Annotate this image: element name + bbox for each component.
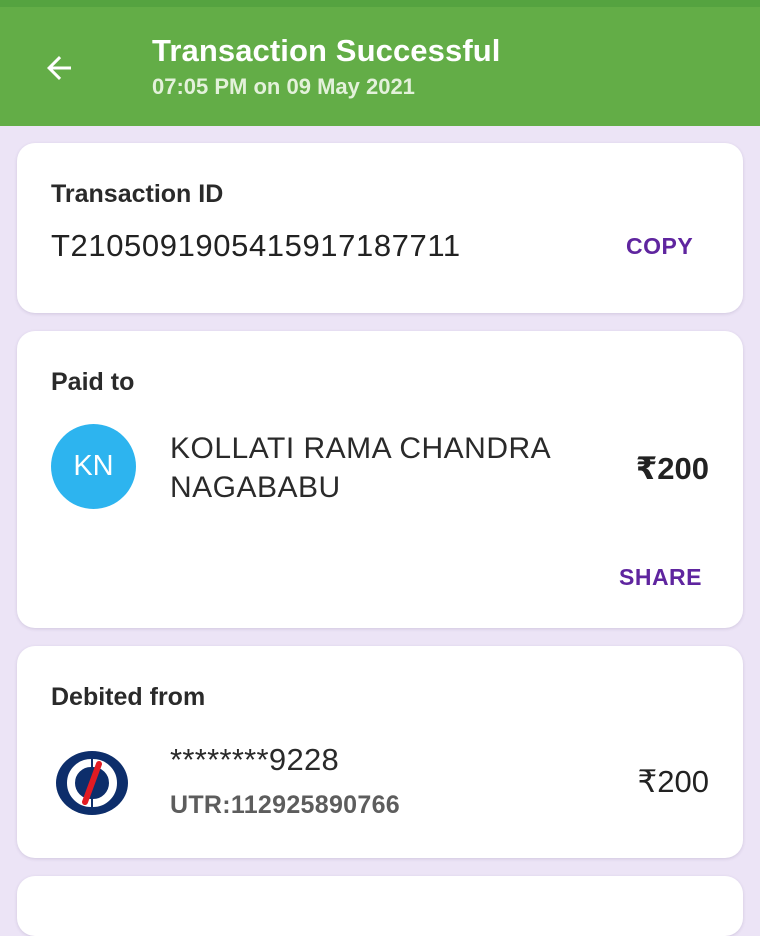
avatar: KN (51, 424, 136, 509)
debited-from-label: Debited from (51, 683, 206, 711)
account-number: ********9228 (170, 742, 340, 777)
page-title: Transaction Successful (152, 33, 501, 68)
utr-number: UTR:112925890766 (170, 791, 400, 819)
arrow-left-icon (47, 56, 71, 80)
transaction-id-card: Transaction ID T2105091905415917187711 C… (17, 143, 743, 313)
debited-from-card: Debited from ********9228 UTR:1129258907… (17, 646, 743, 858)
kotak-bank-logo-icon (56, 751, 128, 815)
share-button[interactable]: SHARE (619, 564, 702, 591)
transaction-id-value: T2105091905415917187711 (51, 228, 461, 263)
app-bar: Transaction Successful 07:05 PM on 09 Ma… (0, 7, 760, 126)
paid-amount: ₹200 (635, 451, 709, 486)
transaction-timestamp: 07:05 PM on 09 May 2021 (152, 74, 415, 99)
copy-button[interactable]: COPY (626, 233, 693, 260)
paid-to-card: Paid to KN KOLLATI RAMA CHANDRA NAGABABU… (17, 331, 743, 628)
next-card-partial (17, 876, 743, 936)
paid-to-label: Paid to (51, 368, 135, 396)
back-button[interactable] (34, 45, 84, 91)
payee-name: KOLLATI RAMA CHANDRA NAGABABU (170, 432, 550, 504)
debited-amount: ₹200 (637, 764, 709, 799)
status-bar-strip (0, 0, 760, 7)
transaction-id-label: Transaction ID (51, 180, 224, 208)
